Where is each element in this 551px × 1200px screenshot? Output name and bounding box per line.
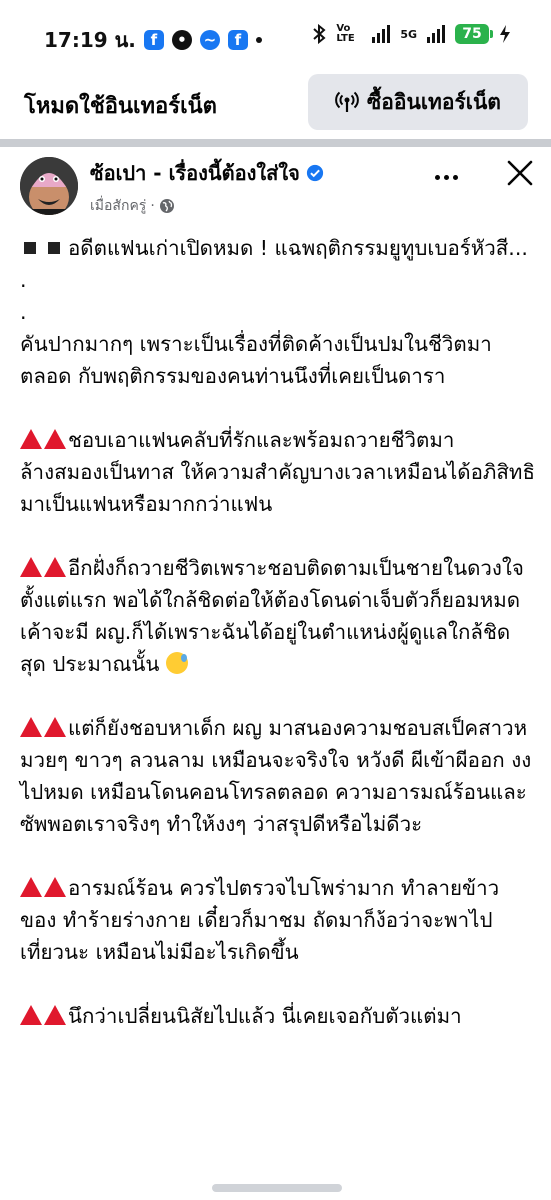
avatar-image [20,157,78,215]
more-options-button[interactable] [426,157,466,197]
data-mode-bar: โหมดใช้อินเทอร์เน็ต ซื้ออินเทอร์เน็ต [0,70,551,136]
more-dot-3 [452,174,458,180]
status-left: 17:19 น. f • ~ f [44,24,262,56]
charging-icon [500,25,510,43]
close-icon[interactable] [500,153,540,193]
buy-internet-label: ซื้ออินเทอร์เน็ต [367,89,501,114]
data-mode-label: โหมดใช้อินเทอร์เน็ต [24,94,217,119]
red-triangle-icon [20,429,42,449]
chat-bubble-icon: • [171,30,192,50]
red-triangle-icon [44,1005,66,1025]
red-triangle-icon [44,717,66,737]
meta-separator: · [150,198,155,214]
section-divider [0,139,551,147]
broadcast-icon [335,91,359,112]
grinning-sweat-emoji-icon [165,652,188,674]
post-paragraph: อีกฝั่งก็ถวายชีวิตเพราะชอบติดตามเป็นชายใ… [20,556,527,676]
post-body: อดีตแฟนเก่าเปิดหมด ! แฉพฤติกรรมยูทูบเบอร… [20,232,535,1064]
more-dot-1 [434,174,440,180]
volte-label: Vo LTE [336,23,355,44]
post-header: ซ้อเปา - เรื่องนี้ต้องใส่ใจ เมื่อสักครู่… [0,147,551,227]
post-meta: เมื่อสักครู่ · [90,195,175,217]
bluetooth-icon [313,24,326,44]
signal-strength-icon [372,25,391,43]
avatar[interactable] [20,157,78,215]
post-paragraph: . [20,300,27,324]
black-square-icon [48,242,60,254]
red-triangle-icon [20,1005,42,1025]
battery-indicator: 75 [455,24,493,44]
red-triangle-icon [20,717,42,737]
red-triangle-icon [20,877,42,897]
signal-strength-icon-2 [427,25,445,43]
post-paragraph: นึกว่าเปลี่ยนนิสัยไปแล้ว นี่เคยเจอกับตัว… [20,1000,535,1032]
more-notifications-dot [255,37,262,43]
author-name[interactable]: ซ้อเปา - เรื่องนี้ต้องใส่ใจ [90,157,300,189]
post-paragraph: ชอบเอาแฟนคลับที่รักและพร้อมถวายชีวิตมาล้… [20,428,535,516]
5g-label: 5G [400,27,417,41]
post-paragraph: แต่ก็ยังชอบหาเด็ก ผญ มาสนองความชอบสเป็คส… [20,716,532,836]
messenger-icon: ~ [199,30,220,50]
globe-icon [159,199,174,213]
status-time: 17:19 น. [44,28,136,52]
post-paragraph: . [20,268,27,292]
author-row: ซ้อเปา - เรื่องนี้ต้องใส่ใจ [90,157,324,189]
black-square-icon [24,242,36,254]
status-bar: 17:19 น. f • ~ f Vo LTE 5G 75 [0,0,551,70]
red-triangle-icon [44,557,66,577]
red-triangle-icon [20,557,42,577]
red-triangle-icon [44,429,66,449]
post-paragraph: อารมณ์ร้อน ควรไปตรวจไบโพร่ามาก ทำลายข้าว… [20,876,500,964]
post-paragraph: อดีตแฟนเก่าเปิดหมด ! แฉพฤติกรรมยูทูบเบอร… [20,232,535,264]
facebook-notification-icon: f [143,30,164,50]
buy-internet-button[interactable]: ซื้ออินเทอร์เน็ต [308,74,528,130]
verified-badge-icon [306,164,323,182]
post-paragraph: คันปากมากๆ เพราะเป็นเรื่องที่ติดค้างเป็น… [20,332,492,388]
more-dot-2 [443,174,449,180]
red-triangle-icon [44,877,66,897]
scroll-indicator[interactable] [212,1184,342,1192]
facebook-notification-icon-2: f [227,30,248,50]
post-time[interactable]: เมื่อสักครู่ [90,195,146,217]
status-right: Vo LTE 5G 75 [312,24,511,44]
